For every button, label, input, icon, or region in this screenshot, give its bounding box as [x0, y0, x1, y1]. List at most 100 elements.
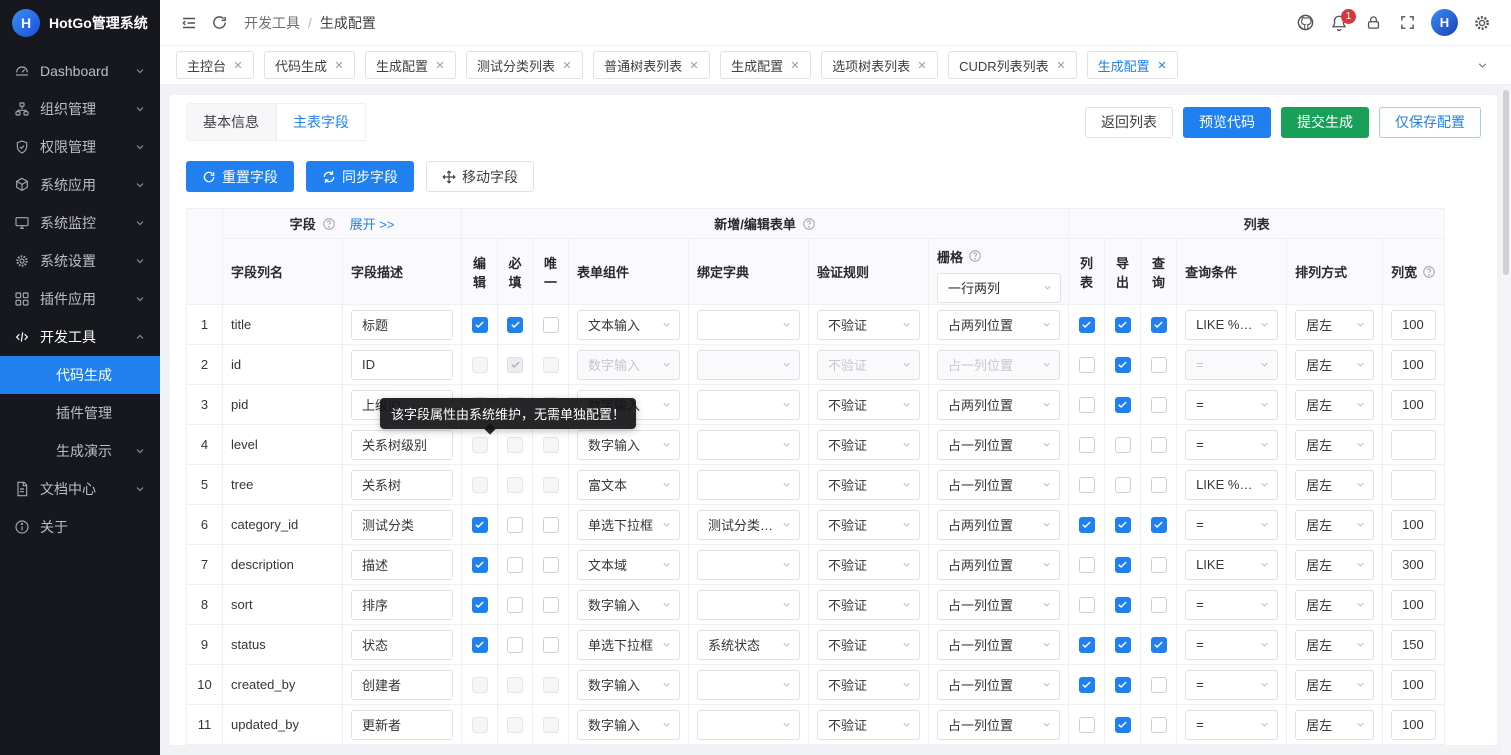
form-component-select[interactable]: 文本输入 [577, 310, 680, 340]
fullscreen-button[interactable] [1392, 8, 1422, 38]
tab-close-icon[interactable] [790, 60, 800, 70]
field-desc-input[interactable]: 创建者 [351, 670, 453, 700]
align-select[interactable]: 居左 [1295, 350, 1374, 380]
unique-checkbox[interactable] [543, 477, 559, 493]
sync-fields-button[interactable]: 同步字段 [306, 161, 414, 192]
export-checkbox[interactable] [1115, 357, 1131, 373]
required-checkbox[interactable] [507, 517, 523, 533]
sidebar-item-system-monitor[interactable]: 系统监控 [0, 204, 160, 242]
query-condition-select[interactable]: = [1185, 590, 1278, 620]
grid-span-select[interactable]: 占一列位置 [937, 350, 1060, 380]
column-width-input[interactable]: 300 [1391, 550, 1436, 580]
query-condition-select[interactable]: LIKE [1185, 550, 1278, 580]
field-desc-input[interactable]: 状态 [351, 630, 453, 660]
tab-close-icon[interactable] [435, 60, 445, 70]
field-desc-input[interactable]: 关系树级别 [351, 430, 453, 460]
list-checkbox[interactable] [1079, 677, 1095, 693]
form-component-select[interactable]: 文本域 [577, 550, 680, 580]
query-checkbox[interactable] [1151, 517, 1167, 533]
dict-select[interactable]: 系统状态 [697, 630, 800, 660]
save-config-only-button[interactable]: 仅保存配置 [1379, 107, 1481, 138]
query-checkbox[interactable] [1151, 717, 1167, 733]
dict-select[interactable] [697, 470, 800, 500]
column-width-input[interactable]: 100 [1391, 310, 1436, 340]
query-condition-select[interactable]: = [1185, 630, 1278, 660]
breadcrumb-item[interactable]: 开发工具 [244, 13, 300, 33]
sidebar-item-system-settings[interactable]: 系统设置 [0, 242, 160, 280]
dict-select[interactable] [697, 550, 800, 580]
grid-span-select[interactable]: 占两列位置 [937, 510, 1060, 540]
query-condition-select[interactable]: = [1185, 710, 1278, 740]
grid-span-select[interactable]: 占一列位置 [937, 590, 1060, 620]
unique-checkbox[interactable] [543, 317, 559, 333]
grid-span-select[interactable]: 占两列位置 [937, 310, 1060, 340]
opened-tab[interactable]: 生成配置 [365, 51, 456, 79]
tab-close-icon[interactable] [689, 60, 699, 70]
github-button[interactable] [1290, 8, 1320, 38]
sidebar-item-permission[interactable]: 权限管理 [0, 128, 160, 166]
tab-close-icon[interactable] [233, 60, 243, 70]
tab-basic-info[interactable]: 基本信息 [186, 103, 276, 141]
form-component-select[interactable]: 富文本 [577, 470, 680, 500]
required-checkbox[interactable] [507, 597, 523, 613]
list-checkbox[interactable] [1079, 557, 1095, 573]
sidebar-item-codegen[interactable]: 代码生成 [0, 356, 160, 394]
move-fields-button[interactable]: 移动字段 [426, 161, 534, 192]
align-select[interactable]: 居左 [1295, 670, 1374, 700]
dict-select[interactable] [697, 670, 800, 700]
validate-rule-select[interactable]: 不验证 [817, 710, 920, 740]
unique-checkbox[interactable] [543, 717, 559, 733]
column-width-input[interactable]: 100 [1391, 390, 1436, 420]
export-checkbox[interactable] [1115, 397, 1131, 413]
query-condition-select[interactable]: = [1185, 350, 1278, 380]
sidebar-item-devtools[interactable]: 开发工具 [0, 318, 160, 356]
field-desc-input[interactable]: 更新者 [351, 710, 453, 740]
expand-link[interactable]: 展开 >> [350, 214, 395, 233]
dict-select[interactable] [697, 710, 800, 740]
validate-rule-select[interactable]: 不验证 [817, 670, 920, 700]
edit-checkbox[interactable] [472, 597, 488, 613]
edit-checkbox[interactable] [472, 557, 488, 573]
query-checkbox[interactable] [1151, 437, 1167, 453]
opened-tab[interactable]: 生成配置 [720, 51, 811, 79]
form-component-select[interactable]: 数字输入 [577, 350, 680, 380]
query-checkbox[interactable] [1151, 317, 1167, 333]
list-checkbox[interactable] [1079, 597, 1095, 613]
form-component-select[interactable]: 单选下拉框 [577, 510, 680, 540]
notification-button[interactable]: 1 [1324, 8, 1354, 38]
align-select[interactable]: 居左 [1295, 430, 1374, 460]
required-checkbox[interactable] [507, 317, 523, 333]
query-checkbox[interactable] [1151, 597, 1167, 613]
align-select[interactable]: 居左 [1295, 630, 1374, 660]
validate-rule-select[interactable]: 不验证 [817, 390, 920, 420]
validate-rule-select[interactable]: 不验证 [817, 470, 920, 500]
required-checkbox[interactable] [507, 637, 523, 653]
opened-tab[interactable]: 生成配置 [1087, 51, 1178, 79]
column-width-input[interactable]: 100 [1391, 670, 1436, 700]
field-desc-input[interactable]: 描述 [351, 550, 453, 580]
sidebar-item-org[interactable]: 组织管理 [0, 90, 160, 128]
edit-checkbox[interactable] [472, 357, 488, 373]
dict-select[interactable]: 测试分类选项 [697, 510, 800, 540]
dict-select[interactable] [697, 390, 800, 420]
help-icon[interactable] [802, 217, 816, 231]
sidebar-item-dashboard[interactable]: Dashboard [0, 52, 160, 90]
export-checkbox[interactable] [1115, 597, 1131, 613]
tab-main-fields[interactable]: 主表字段 [276, 103, 366, 141]
form-component-select[interactable]: 数字输入 [577, 710, 680, 740]
tab-close-icon[interactable] [917, 60, 927, 70]
field-desc-input[interactable]: 排序 [351, 590, 453, 620]
collapse-sidebar-button[interactable] [174, 8, 204, 38]
list-checkbox[interactable] [1079, 477, 1095, 493]
dict-select[interactable] [697, 430, 800, 460]
query-checkbox[interactable] [1151, 357, 1167, 373]
list-checkbox[interactable] [1079, 357, 1095, 373]
list-checkbox[interactable] [1079, 717, 1095, 733]
unique-checkbox[interactable] [543, 357, 559, 373]
submit-generate-button[interactable]: 提交生成 [1281, 107, 1369, 138]
grid-span-select[interactable]: 占两列位置 [937, 390, 1060, 420]
required-checkbox[interactable] [507, 717, 523, 733]
align-select[interactable]: 居左 [1295, 550, 1374, 580]
unique-checkbox[interactable] [543, 677, 559, 693]
query-checkbox[interactable] [1151, 677, 1167, 693]
